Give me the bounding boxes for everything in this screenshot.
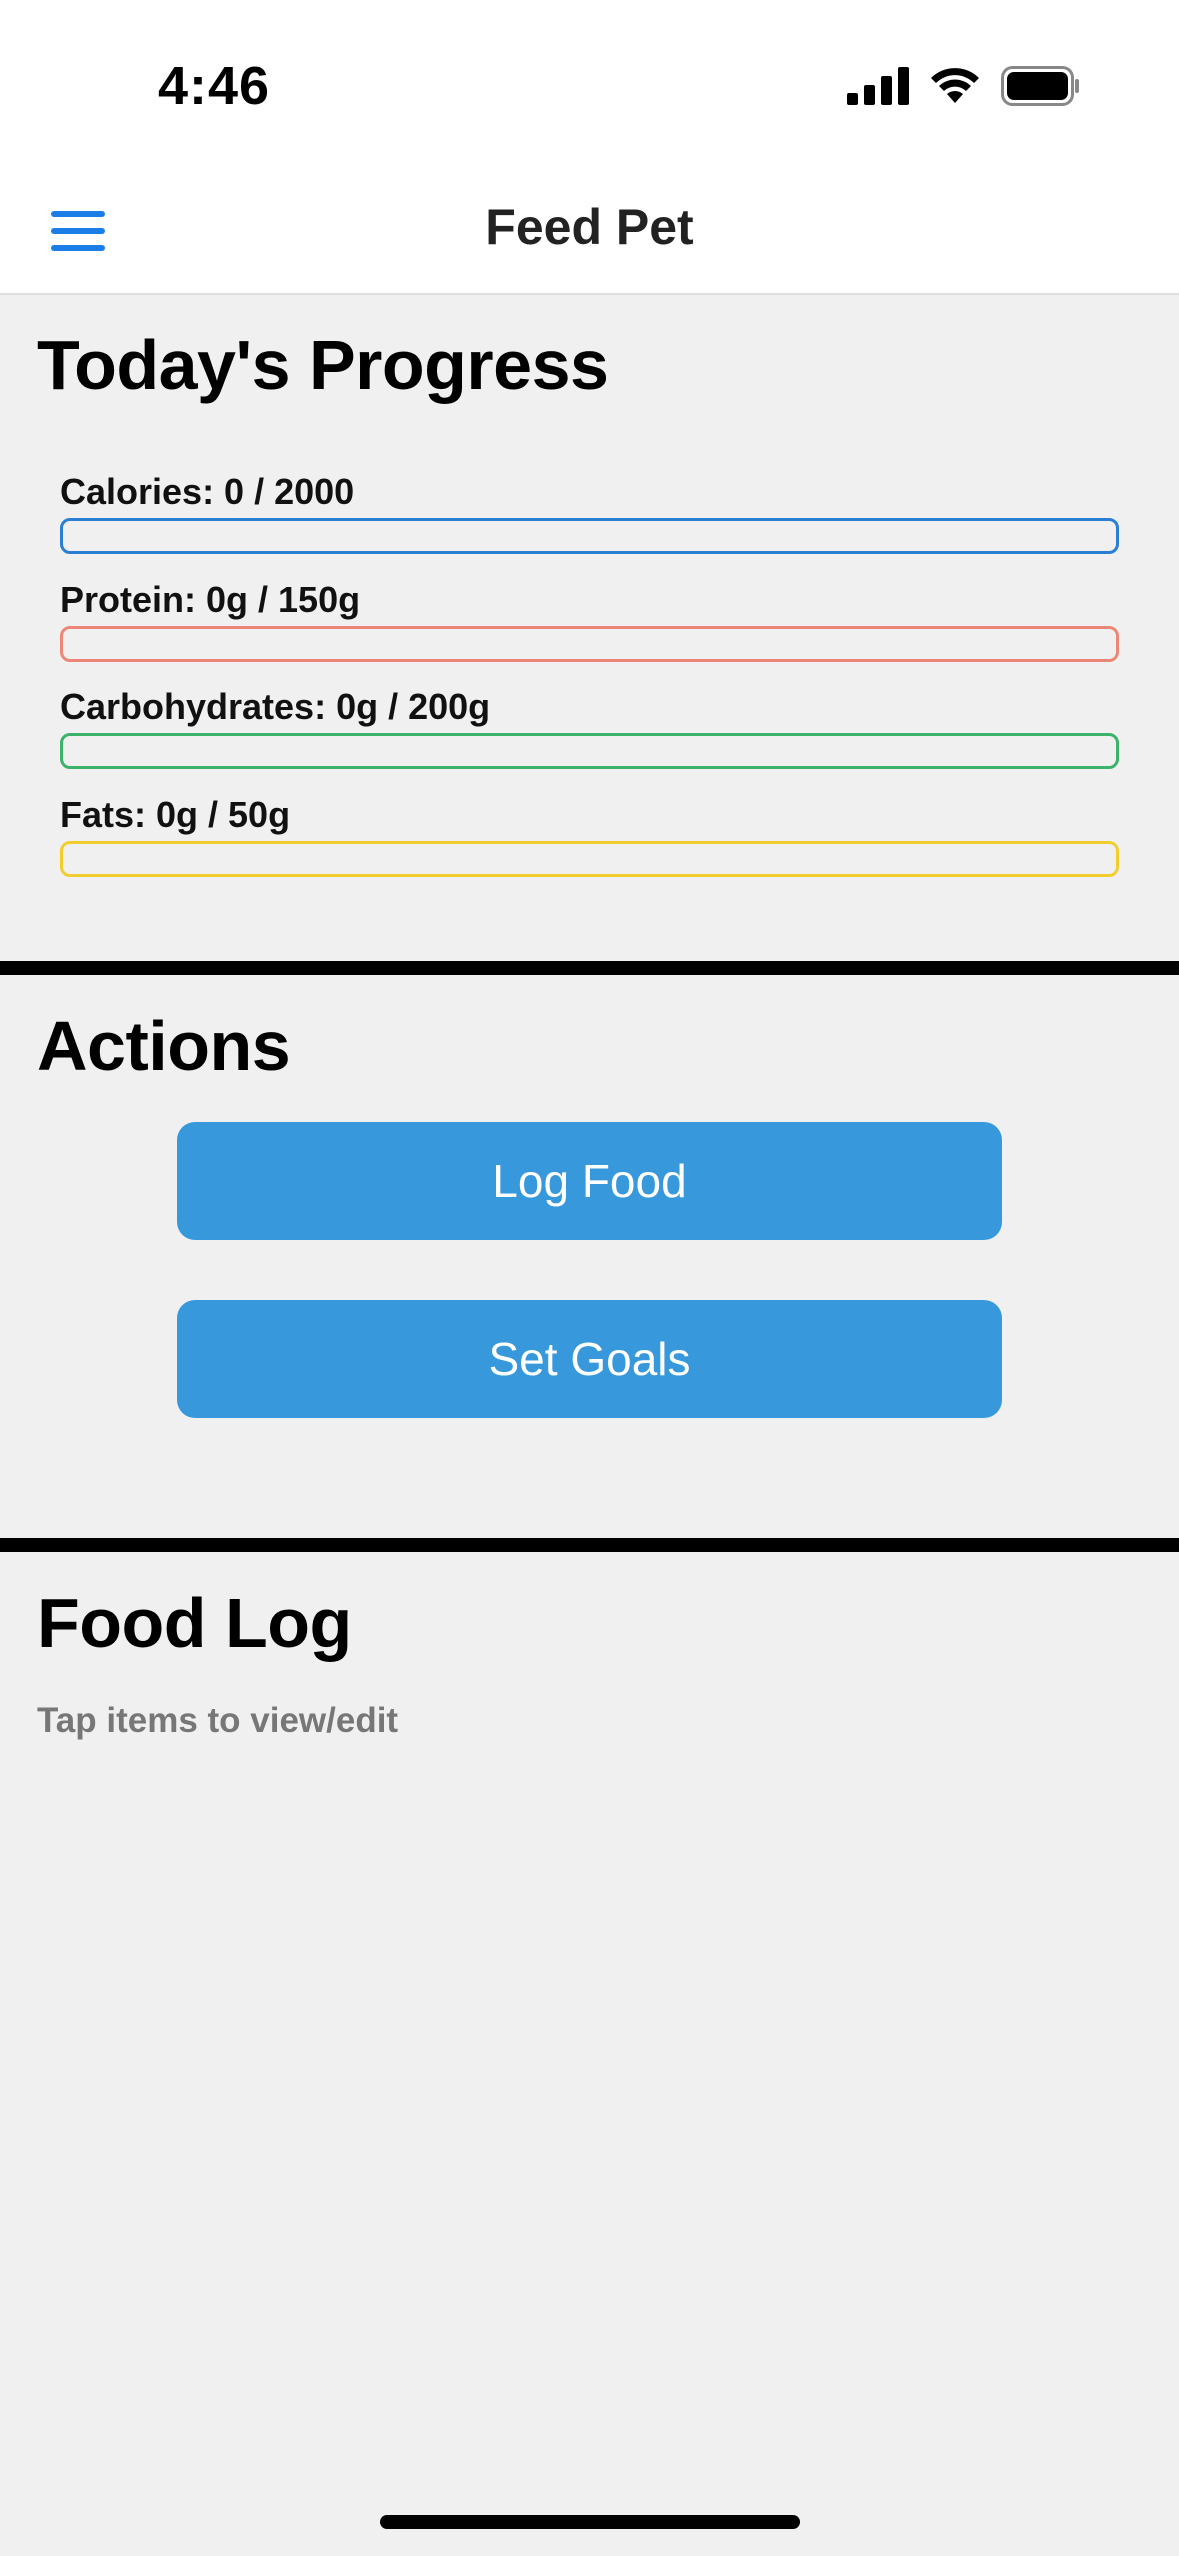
progress-item-protein: Protein: 0g / 150g <box>60 578 1119 662</box>
progress-label: Fats: 0g / 50g <box>60 794 291 835</box>
food-log-hint: Tap items to view/edit <box>37 1701 399 1740</box>
log-food-button[interactable]: Log Food <box>177 1122 1002 1240</box>
screen: 4:46 Feed Pet Today's Progress Calories:… <box>0 0 1179 2556</box>
home-indicator[interactable] <box>380 2515 800 2529</box>
progress-item-fats: Fats: 0g / 50g <box>60 793 1119 877</box>
status-bar: 4:46 <box>0 0 1179 170</box>
progress-item-carbohydrates: Carbohydrates: 0g / 200g <box>60 685 1119 769</box>
page-title: Feed Pet <box>485 199 694 255</box>
section-divider <box>0 961 1179 975</box>
food-log-section-title: Food Log <box>37 1584 352 1662</box>
set-goals-button[interactable]: Set Goals <box>177 1300 1002 1418</box>
progress-bar <box>60 733 1119 769</box>
progress-label: Calories: 0 / 2000 <box>60 471 355 512</box>
signal-icon <box>847 67 909 105</box>
progress-bar <box>60 518 1119 554</box>
progress-bar <box>60 626 1119 662</box>
section-divider <box>0 1538 1179 1552</box>
nav-bar: Feed Pet <box>0 170 1179 295</box>
battery-icon <box>1001 66 1079 106</box>
wifi-icon <box>931 68 979 103</box>
progress-label: Carbohydrates: 0g / 200g <box>60 686 491 727</box>
actions-section-title: Actions <box>37 1007 291 1085</box>
status-icons <box>847 66 1081 106</box>
progress-label: Protein: 0g / 150g <box>60 579 361 620</box>
status-time: 4:46 <box>158 56 271 116</box>
progress-section-title: Today's Progress <box>37 326 609 404</box>
progress-item-calories: Calories: 0 / 2000 <box>60 470 1119 554</box>
progress-bar <box>60 841 1119 877</box>
